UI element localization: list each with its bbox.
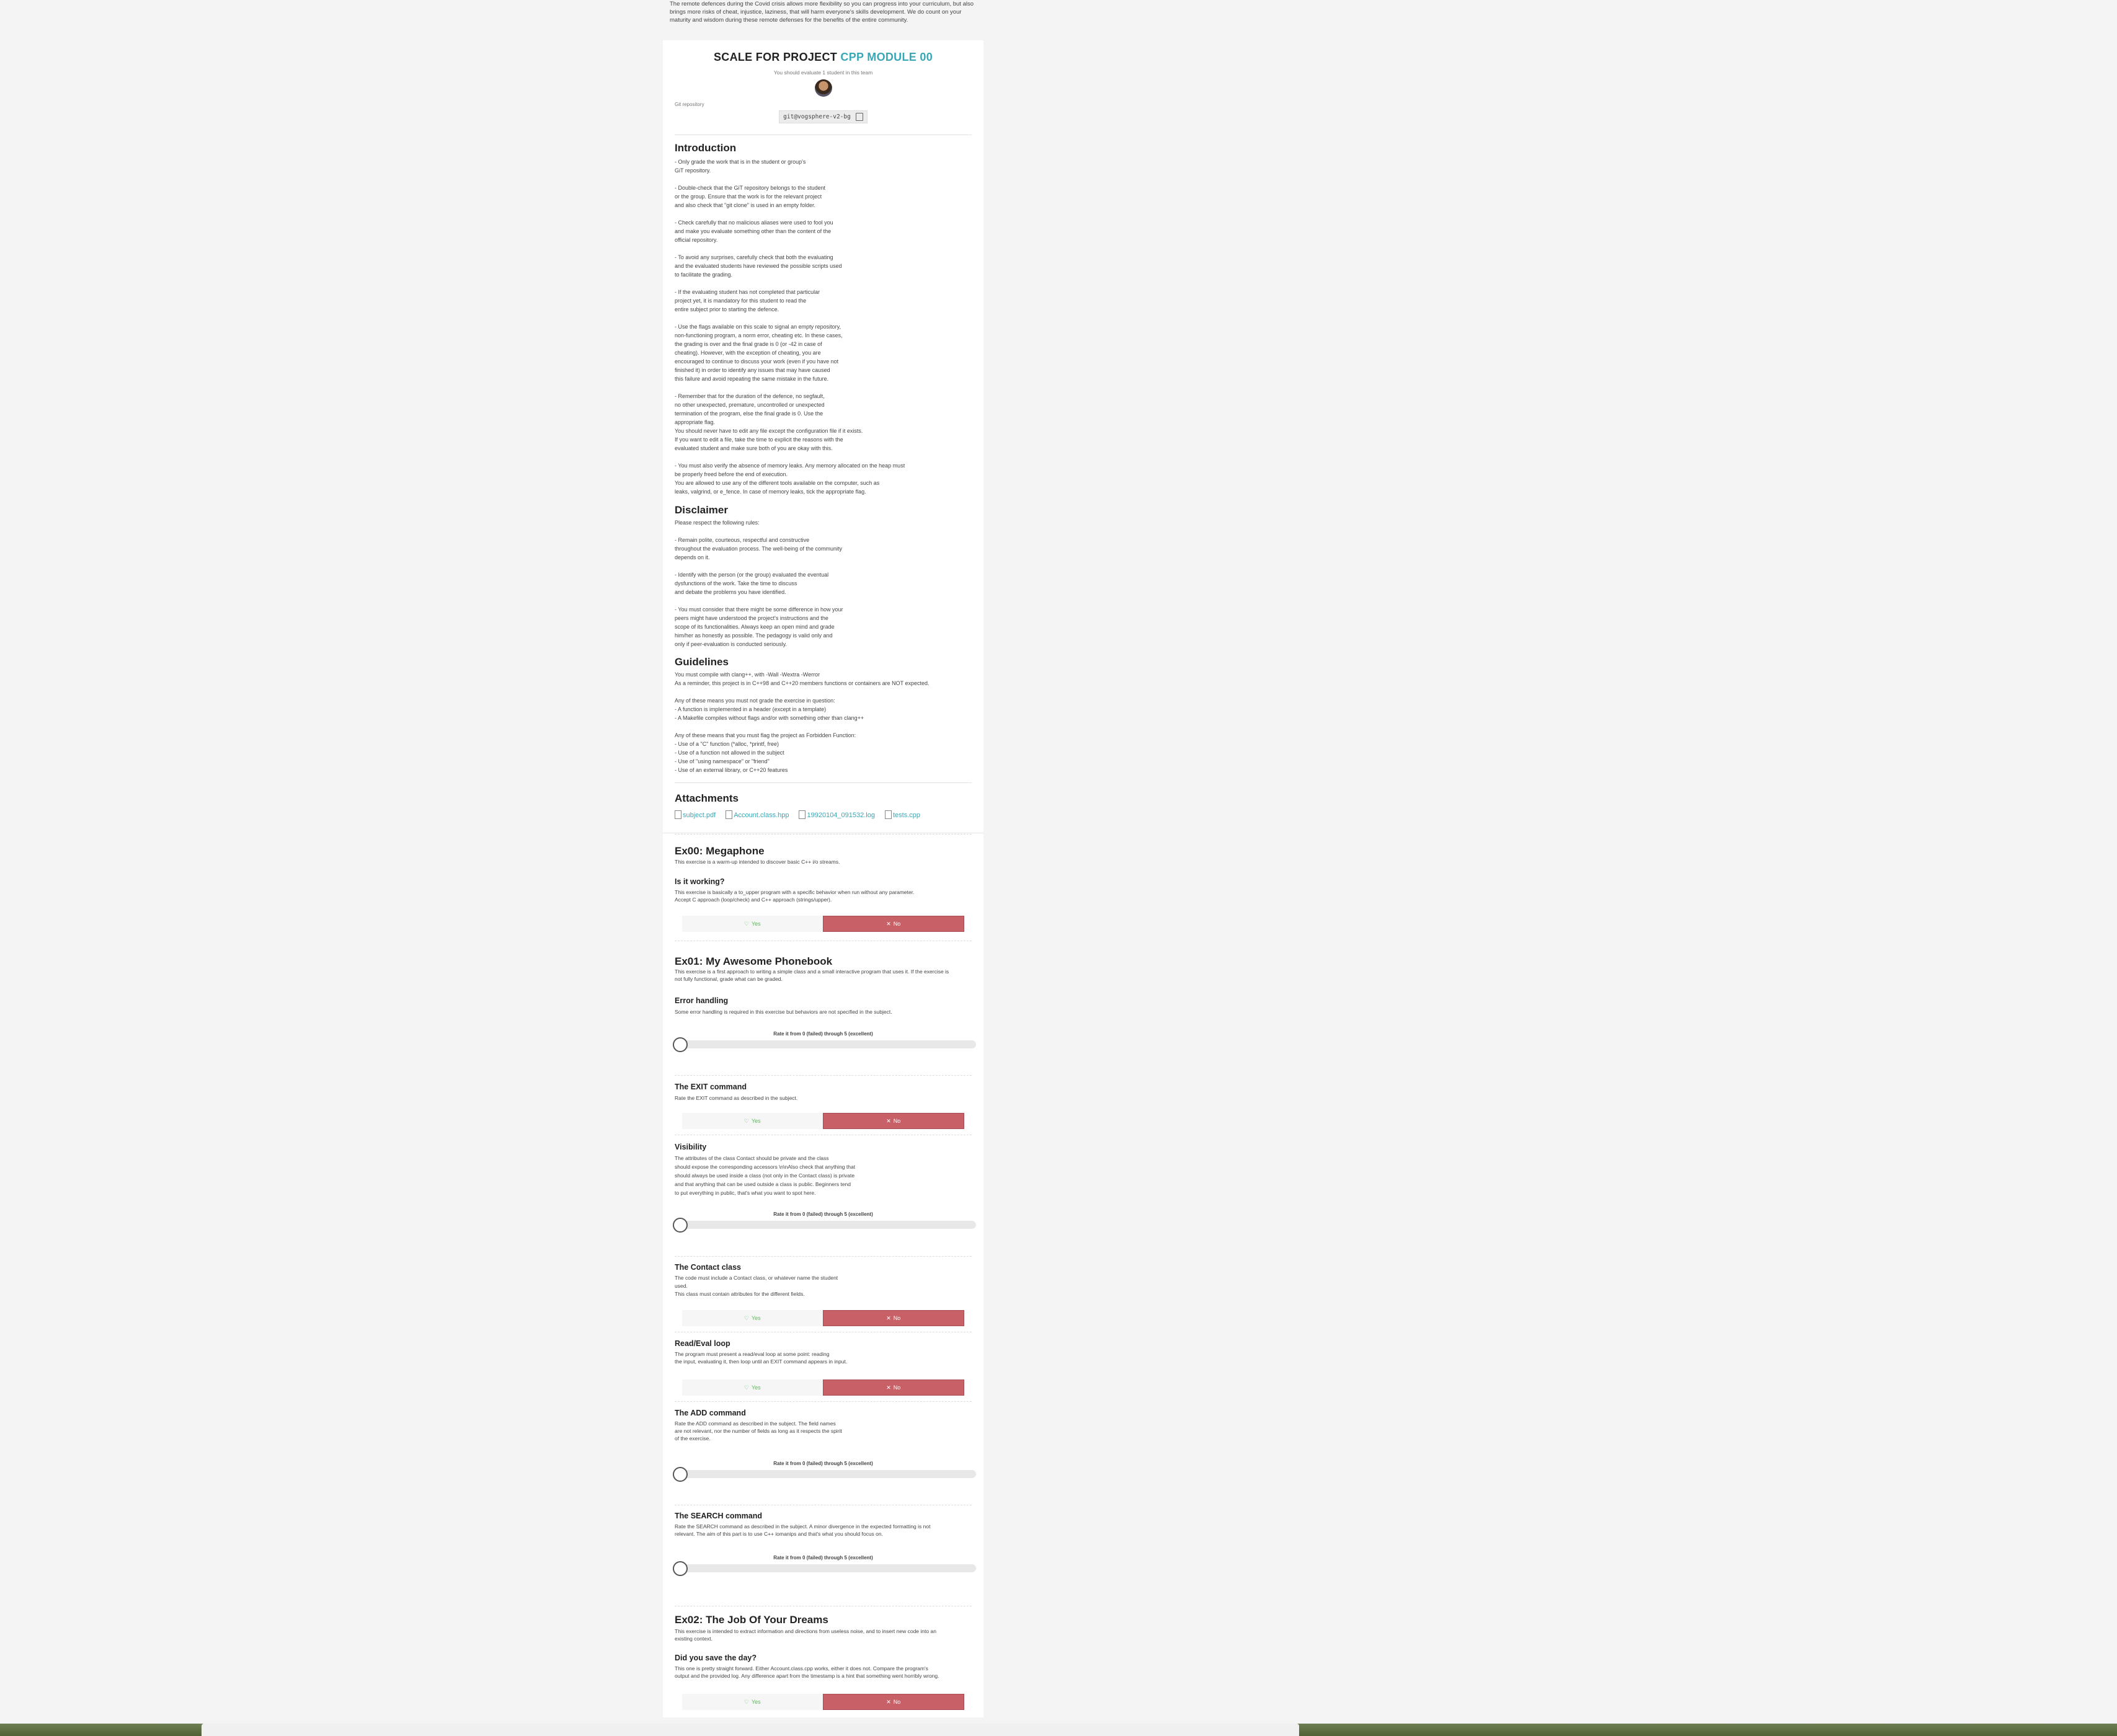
scale-title-prefix: SCALE FOR PROJECT xyxy=(713,51,838,63)
question-text: Rate the SEARCH command as described in … xyxy=(675,1523,931,1537)
divider xyxy=(675,834,972,835)
yes-button[interactable]: ♡ Yes xyxy=(682,1113,823,1129)
close-icon: ✕ xyxy=(886,1698,891,1705)
question-text: Some error handling is required in this … xyxy=(675,1009,892,1015)
no-button[interactable]: ✕ No xyxy=(822,1310,964,1326)
no-button[interactable]: ✕ No xyxy=(822,916,964,932)
yes-no-group: ♡ Yes ✕ No xyxy=(682,1380,964,1396)
divider xyxy=(675,1075,972,1076)
ex01-title: Ex01: My Awesome Phonebook xyxy=(675,955,833,967)
guidelines-title: Guidelines xyxy=(675,656,729,668)
avatar[interactable] xyxy=(814,79,832,97)
file-icon xyxy=(726,810,733,819)
divider xyxy=(675,1256,972,1257)
slider-handle[interactable] xyxy=(673,1561,688,1576)
scale-title: SCALE FOR PROJECT CPP MODULE 00 xyxy=(663,51,983,64)
yes-no-group: ♡ Yes ✕ No xyxy=(682,916,964,932)
attachments-list: subject.pdf Account.class.hpp 19920104_0… xyxy=(675,810,972,819)
question-title: Did you save the day? xyxy=(675,1654,757,1662)
question-text: This one is pretty straight forward. Eit… xyxy=(675,1665,939,1679)
question-title: The EXIT command xyxy=(675,1083,747,1091)
file-icon xyxy=(675,810,681,819)
no-button[interactable]: ✕ No xyxy=(822,1380,964,1396)
close-icon: ✕ xyxy=(886,1384,891,1391)
slider-handle[interactable] xyxy=(673,1037,688,1052)
introduction-title: Introduction xyxy=(675,142,737,154)
close-icon: ✕ xyxy=(886,1117,891,1124)
attachment-link[interactable]: Account.class.hpp xyxy=(726,810,789,819)
question-title: Read/Eval loop xyxy=(675,1339,730,1348)
question-text: This exercise is basically a to_upper pr… xyxy=(675,889,915,903)
ex02-desc: This exercise is intended to extract inf… xyxy=(675,1628,936,1642)
close-icon: ✕ xyxy=(886,920,891,927)
no-button[interactable]: ✕ No xyxy=(822,1694,964,1710)
rating-slider[interactable] xyxy=(680,1470,976,1478)
ex00-title: Ex00: Megaphone xyxy=(675,845,765,857)
yes-button[interactable]: ♡ Yes xyxy=(682,1694,823,1710)
file-icon xyxy=(799,810,806,819)
rating-slider[interactable] xyxy=(680,1040,976,1048)
close-icon: ✕ xyxy=(886,1314,891,1321)
rating-label: Rate it from 0 (failed) through 5 (excel… xyxy=(773,1555,873,1561)
check-icon: ♡ xyxy=(743,920,749,927)
question-title: The SEARCH command xyxy=(675,1512,762,1520)
question-title: The ADD command xyxy=(675,1409,746,1417)
attachments-title: Attachments xyxy=(675,792,739,804)
question-text: Rate the EXIT command as described in th… xyxy=(675,1095,798,1101)
question-title: Visibility xyxy=(675,1143,707,1151)
introduction-text: - Only grade the work that is in the stu… xyxy=(675,159,905,495)
check-icon: ♡ xyxy=(743,1117,749,1124)
rating-slider[interactable] xyxy=(680,1564,976,1572)
footer-panel xyxy=(202,1724,1299,1736)
project-name[interactable]: CPP MODULE 00 xyxy=(840,51,933,63)
ex01-desc: This exercise is a first approach to wri… xyxy=(675,968,949,982)
evaluate-note: You should evaluate 1 student in this te… xyxy=(773,69,873,76)
disclaimer-text: Please respect the following rules: - Re… xyxy=(675,520,843,647)
no-button[interactable]: ✕ No xyxy=(822,1113,964,1129)
disclaimer-title: Disclaimer xyxy=(675,504,728,516)
ex02-title: Ex02: The Job Of Your Dreams xyxy=(675,1614,828,1626)
yes-no-group: ♡ Yes ✕ No xyxy=(682,1113,964,1129)
ex00-desc: This exercise is a warm-up intended to d… xyxy=(675,859,840,865)
check-icon: ♡ xyxy=(743,1384,749,1391)
question-title: Is it working? xyxy=(675,877,725,886)
exercises-card: Ex00: Megaphone This exercise is a warm-… xyxy=(663,834,983,1717)
check-icon: ♡ xyxy=(743,1698,749,1705)
remote-defense-note: The remote defences during the Covid cri… xyxy=(670,1,974,24)
rating-label: Rate it from 0 (failed) through 5 (excel… xyxy=(773,1211,873,1217)
attachment-link[interactable]: 19920104_091532.log xyxy=(799,810,875,819)
git-url-box[interactable]: git@vogsphere-v2-bg xyxy=(779,110,868,123)
rating-label: Rate it from 0 (failed) through 5 (excel… xyxy=(773,1031,873,1037)
copy-icon[interactable] xyxy=(855,113,863,121)
git-label: Git repository xyxy=(675,102,704,107)
rating-slider[interactable] xyxy=(680,1221,976,1229)
yes-button[interactable]: ♡ Yes xyxy=(682,916,823,932)
check-icon: ♡ xyxy=(743,1314,749,1321)
git-url: git@vogsphere-v2-bg xyxy=(783,113,851,120)
rating-label: Rate it from 0 (failed) through 5 (excel… xyxy=(773,1461,873,1466)
guidelines-text: You must compile with clang++, with -Wal… xyxy=(675,671,930,773)
attachment-link[interactable]: subject.pdf xyxy=(675,810,716,819)
question-title: The Contact class xyxy=(675,1263,741,1272)
question-text: Rate the ADD command as described in the… xyxy=(675,1420,842,1442)
question-title: Error handling xyxy=(675,996,729,1005)
yes-button[interactable]: ♡ Yes xyxy=(682,1380,823,1396)
yes-button[interactable]: ♡ Yes xyxy=(682,1310,823,1326)
question-text: The attributes of the class Contact shou… xyxy=(675,1155,856,1196)
question-text: The code must include a Contact class, o… xyxy=(675,1275,838,1297)
yes-no-group: ♡ Yes ✕ No xyxy=(682,1694,964,1710)
yes-no-group: ♡ Yes ✕ No xyxy=(682,1310,964,1326)
attachment-link[interactable]: tests.cpp xyxy=(885,810,920,819)
file-icon xyxy=(885,810,892,819)
question-text: The program must present a read/eval loo… xyxy=(675,1351,848,1365)
divider xyxy=(675,782,972,783)
slider-handle[interactable] xyxy=(673,1218,688,1233)
scale-card: SCALE FOR PROJECT CPP MODULE 00 You shou… xyxy=(663,40,983,832)
slider-handle[interactable] xyxy=(673,1467,688,1482)
divider xyxy=(675,1401,972,1402)
